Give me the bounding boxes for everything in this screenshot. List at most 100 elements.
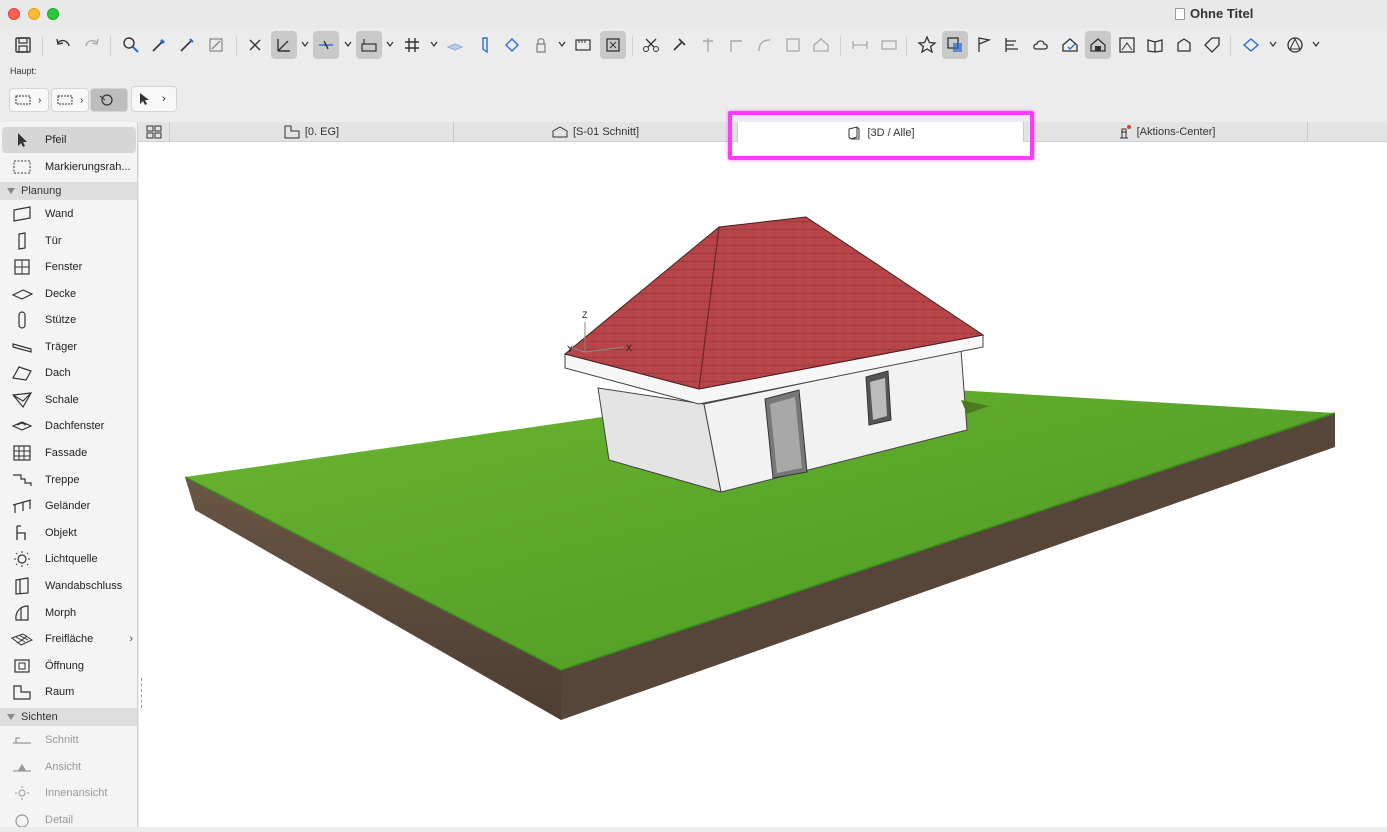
tool-dach[interactable]: Dach: [0, 360, 137, 386]
transform-button[interactable]: [600, 31, 626, 59]
adjust-button[interactable]: [695, 31, 721, 59]
3d-viewport[interactable]: Z X Y: [139, 142, 1387, 827]
fillet-button[interactable]: [723, 31, 749, 59]
chevron-down-icon[interactable]: [558, 40, 566, 48]
tool-fassade[interactable]: Fassade: [0, 440, 137, 466]
undo-button[interactable]: [50, 31, 76, 59]
tool-fenster[interactable]: Fenster: [0, 254, 137, 280]
document-icon: [1175, 7, 1185, 20]
tool-schnitt[interactable]: Schnitt: [0, 727, 137, 753]
layers-button[interactable]: [942, 31, 968, 59]
tool-dachfenster[interactable]: Dachfenster: [0, 413, 137, 439]
tab-action-center[interactable]: [Aktions-Center]: [1024, 122, 1308, 142]
ruler-icon: [575, 39, 591, 51]
render-button[interactable]: [1171, 31, 1197, 59]
panel-resize-handle[interactable]: [141, 678, 153, 708]
render-icon: [1177, 38, 1191, 52]
save-button[interactable]: [10, 31, 36, 59]
grid-snap-button[interactable]: [399, 31, 425, 59]
arrow-pointer-icon: [11, 131, 33, 149]
intersect-button[interactable]: [666, 31, 692, 59]
3d-scene[interactable]: Z X Y: [139, 142, 1387, 827]
tool-traeger[interactable]: Träger: [0, 334, 137, 360]
chevron-down-icon[interactable]: [344, 40, 352, 48]
tool-raum[interactable]: Raum: [0, 679, 137, 705]
marquee-method-button[interactable]: ›: [51, 88, 89, 112]
tool-detail[interactable]: Detail: [0, 807, 137, 827]
model-check-button[interactable]: [1057, 31, 1083, 59]
tool-tuer[interactable]: Tür: [0, 228, 137, 254]
favorites-button[interactable]: [914, 31, 940, 59]
tool-morph[interactable]: Morph: [0, 600, 137, 626]
trim-button[interactable]: [638, 31, 664, 59]
flag-button[interactable]: [971, 31, 997, 59]
find-select-button[interactable]: [118, 31, 144, 59]
geometry-method-button[interactable]: ›: [9, 88, 49, 112]
curve-icon: [758, 39, 771, 52]
star-icon: [917, 35, 937, 54]
3d-window-button[interactable]: [1085, 31, 1111, 59]
redo-button[interactable]: [79, 31, 105, 59]
tool-wandabschluss[interactable]: Wandabschluss: [0, 573, 137, 599]
elevation-tool-button[interactable]: [471, 31, 497, 59]
schedule-button[interactable]: [999, 31, 1025, 59]
chevron-down-icon[interactable]: [1269, 40, 1277, 48]
grid-icon: [405, 38, 419, 52]
interior-elevation-icon: [11, 784, 33, 802]
morph-tool-button[interactable]: [1282, 31, 1308, 59]
tool-freiflaeche[interactable]: Freifläche ›: [0, 626, 137, 652]
surface-button[interactable]: [1238, 31, 1264, 59]
tool-schale[interactable]: Schale: [0, 387, 137, 413]
magic-wand-button[interactable]: [203, 31, 229, 59]
tool-stuetze[interactable]: Stütze: [0, 307, 137, 333]
section-sichten[interactable]: Sichten: [0, 708, 137, 726]
tag-button[interactable]: [1199, 31, 1225, 59]
guide-lines-button[interactable]: [271, 31, 297, 59]
tab-section[interactable]: [S-01 Schnitt]: [454, 122, 738, 142]
rotate-marquee-button[interactable]: [90, 88, 128, 112]
tool-lichtquelle[interactable]: Lichtquelle: [0, 546, 137, 572]
house-outline-button[interactable]: [808, 31, 834, 59]
cloud-button[interactable]: [1028, 31, 1054, 59]
label-button[interactable]: [876, 31, 902, 59]
door-icon: [11, 232, 33, 250]
tool-gelaender[interactable]: Geländer: [0, 493, 137, 519]
book-button[interactable]: [1142, 31, 1168, 59]
tool-pfeil[interactable]: Pfeil: [2, 127, 136, 153]
chevron-down-icon[interactable]: [386, 40, 394, 48]
tool-markierungsrahmen[interactable]: Markierungsrah...: [0, 154, 137, 180]
section-planung[interactable]: Planung: [0, 182, 137, 200]
disclosure-triangle-icon: [7, 714, 15, 720]
drawing-button[interactable]: [1114, 31, 1140, 59]
chevron-down-icon[interactable]: [430, 40, 438, 48]
tab-floor-plan[interactable]: [0. EG]: [170, 122, 454, 142]
tool-treppe[interactable]: Treppe: [0, 467, 137, 493]
curve-button[interactable]: [751, 31, 777, 59]
tool-oeffnung[interactable]: Öffnung: [0, 653, 137, 679]
syringe-button[interactable]: [174, 31, 200, 59]
marquee-icon: [57, 95, 73, 105]
maximize-window-button[interactable]: [47, 8, 59, 20]
favorites-lock-button[interactable]: [528, 31, 554, 59]
snap-guides-button[interactable]: [242, 31, 268, 59]
close-window-button[interactable]: [8, 8, 20, 20]
tool-objekt[interactable]: Objekt: [0, 520, 137, 546]
main-toolbar: [0, 28, 1387, 62]
chevron-down-icon[interactable]: [301, 40, 309, 48]
tool-innenansicht[interactable]: Innenansicht: [0, 780, 137, 806]
chevron-down-icon[interactable]: [1312, 40, 1320, 48]
surface-paint-button[interactable]: [499, 31, 525, 59]
tool-decke[interactable]: Decke: [0, 281, 137, 307]
resize-button[interactable]: [780, 31, 806, 59]
dimension-button[interactable]: [847, 31, 873, 59]
tab-overview-button[interactable]: [138, 122, 170, 142]
minimize-window-button[interactable]: [28, 8, 40, 20]
coordinates-button[interactable]: [356, 31, 382, 59]
pointer-mode-button[interactable]: ›: [131, 86, 177, 112]
tool-ansicht[interactable]: Ansicht: [0, 754, 137, 780]
tool-wand[interactable]: Wand: [0, 201, 137, 227]
measure-button[interactable]: [570, 31, 596, 59]
plane-button[interactable]: [442, 31, 468, 59]
snap-points-button[interactable]: [313, 31, 339, 59]
eyedropper-button[interactable]: [146, 31, 172, 59]
